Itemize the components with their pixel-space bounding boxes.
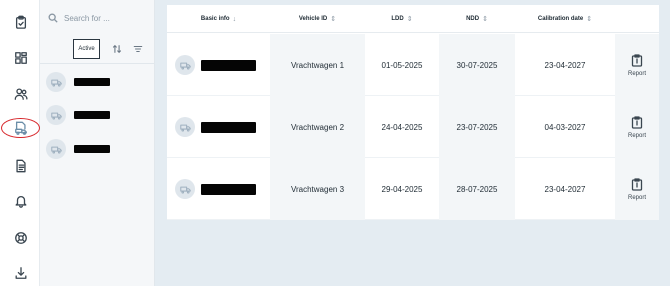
- ldd-cell: 01-05-2025: [381, 60, 423, 70]
- basic-info-cell: [167, 34, 270, 96]
- table-row[interactable]: Vrachtwagen 1 01-05-2025 30-07-2025 23-0…: [167, 34, 659, 96]
- calibration-date-cell: 04-03-2027: [544, 122, 586, 132]
- download-icon: [15, 267, 27, 279]
- vehicle-list-item[interactable]: [46, 137, 150, 161]
- vehicle-list-panel: Active: [40, 0, 155, 286]
- sort-updown-icon: ⇕: [330, 16, 337, 23]
- ldd-cell: 24-04-2025: [381, 122, 423, 132]
- search-input[interactable]: [64, 13, 144, 23]
- sidebar-rail: [0, 0, 40, 286]
- column-header-ndd[interactable]: NDD ⇕: [439, 5, 515, 33]
- column-header-vehicle-id[interactable]: Vehicle ID ⇕: [270, 5, 365, 33]
- truck-document-icon: [15, 121, 27, 135]
- redacted-vehicle-name: [74, 78, 110, 86]
- sidebar-item-documents[interactable]: [10, 155, 32, 177]
- vehicle-avatar: [175, 117, 195, 137]
- column-header-ldd[interactable]: LDD ⇕: [365, 5, 439, 33]
- redacted-vehicle-name: [74, 145, 110, 153]
- sidebar-item-vehicles[interactable]: [10, 117, 32, 139]
- vehicle-list-item[interactable]: [46, 103, 150, 127]
- vehicle-avatar: [175, 55, 195, 75]
- table-row[interactable]: Vrachtwagen 3 29-04-2025 28-07-2025 23-0…: [167, 158, 659, 220]
- redacted-vehicle-name: [201, 183, 256, 195]
- sort-arrows-icon: [112, 44, 122, 54]
- ndd-cell: 30-07-2025: [439, 34, 515, 96]
- ndd-cell: 28-07-2025: [439, 158, 515, 220]
- ndd-cell: 23-07-2025: [439, 96, 515, 158]
- vehicle-id-cell: Vrachtwagen 3: [270, 158, 365, 220]
- redacted-vehicle-name: [201, 59, 256, 71]
- sidebar-item-support[interactable]: [10, 227, 32, 249]
- search-icon: [48, 13, 58, 23]
- column-header-calibration-date[interactable]: Calibration date ⇕: [515, 5, 615, 33]
- vehicle-avatar: [46, 105, 66, 125]
- redacted-vehicle-name: [74, 111, 110, 119]
- active-filter-button[interactable]: Active: [73, 39, 100, 59]
- truck-icon: [179, 62, 191, 70]
- vehicle-avatar: [46, 72, 66, 92]
- filter-button[interactable]: [132, 43, 144, 55]
- report-clipboard-icon: [631, 177, 643, 191]
- basic-info-cell: [167, 158, 270, 220]
- sort-button[interactable]: [111, 43, 123, 55]
- ldd-cell: 29-04-2025: [381, 184, 423, 194]
- redacted-vehicle-name: [201, 121, 256, 133]
- vehicle-avatar: [175, 179, 195, 199]
- truck-icon: [50, 112, 62, 120]
- help-icon: [15, 232, 27, 244]
- search-bar: [46, 8, 150, 28]
- filter-lines-icon: [133, 45, 143, 53]
- vehicle-id-cell: Vrachtwagen 2: [270, 96, 365, 158]
- vehicles-table: Basic info ↓ Vehicle ID ⇕ LDD ⇕ NDD ⇕ Calibr…: [167, 5, 659, 220]
- truck-icon: [179, 124, 191, 132]
- dashboard-icon: [15, 52, 27, 64]
- calibration-date-cell: 23-04-2027: [544, 184, 586, 194]
- table-row[interactable]: Vrachtwagen 2 24-04-2025 23-07-2025 04-0…: [167, 96, 659, 158]
- basic-info-cell: [167, 96, 270, 158]
- truck-icon: [50, 146, 62, 154]
- sort-updown-icon: ⇕: [586, 16, 593, 23]
- table-header: Basic info ↓ Vehicle ID ⇕ LDD ⇕ NDD ⇕ Calibr…: [167, 5, 659, 33]
- sort-updown-icon: ⇕: [482, 16, 488, 23]
- report-clipboard-icon: [631, 115, 643, 129]
- clipboard-icon: [15, 15, 27, 29]
- vehicle-id-cell: Vrachtwagen 1: [270, 34, 365, 96]
- sort-down-icon: ↓: [232, 15, 237, 23]
- truck-icon: [179, 186, 191, 194]
- truck-icon: [50, 79, 62, 87]
- report-button[interactable]: Report: [615, 158, 659, 220]
- filter-bar: Active: [40, 38, 154, 64]
- sidebar-item-dashboard[interactable]: [10, 47, 32, 69]
- users-icon: [14, 88, 28, 100]
- vehicle-list-item[interactable]: [46, 70, 150, 94]
- sort-updown-icon: ⇕: [406, 16, 413, 23]
- sidebar-item-download[interactable]: [10, 262, 32, 284]
- document-icon: [16, 159, 26, 173]
- calibration-date-cell: 23-04-2027: [544, 60, 586, 70]
- report-button[interactable]: Report: [615, 34, 659, 96]
- column-header-basic-info[interactable]: Basic info ↓: [167, 5, 270, 33]
- sidebar-item-users[interactable]: [10, 83, 32, 105]
- sidebar-item-tasks[interactable]: [10, 11, 32, 33]
- report-button[interactable]: Report: [615, 96, 659, 158]
- sidebar-item-notifications[interactable]: [10, 190, 32, 212]
- vehicle-avatar: [46, 139, 66, 159]
- bell-icon: [15, 195, 27, 208]
- report-clipboard-icon: [631, 53, 643, 67]
